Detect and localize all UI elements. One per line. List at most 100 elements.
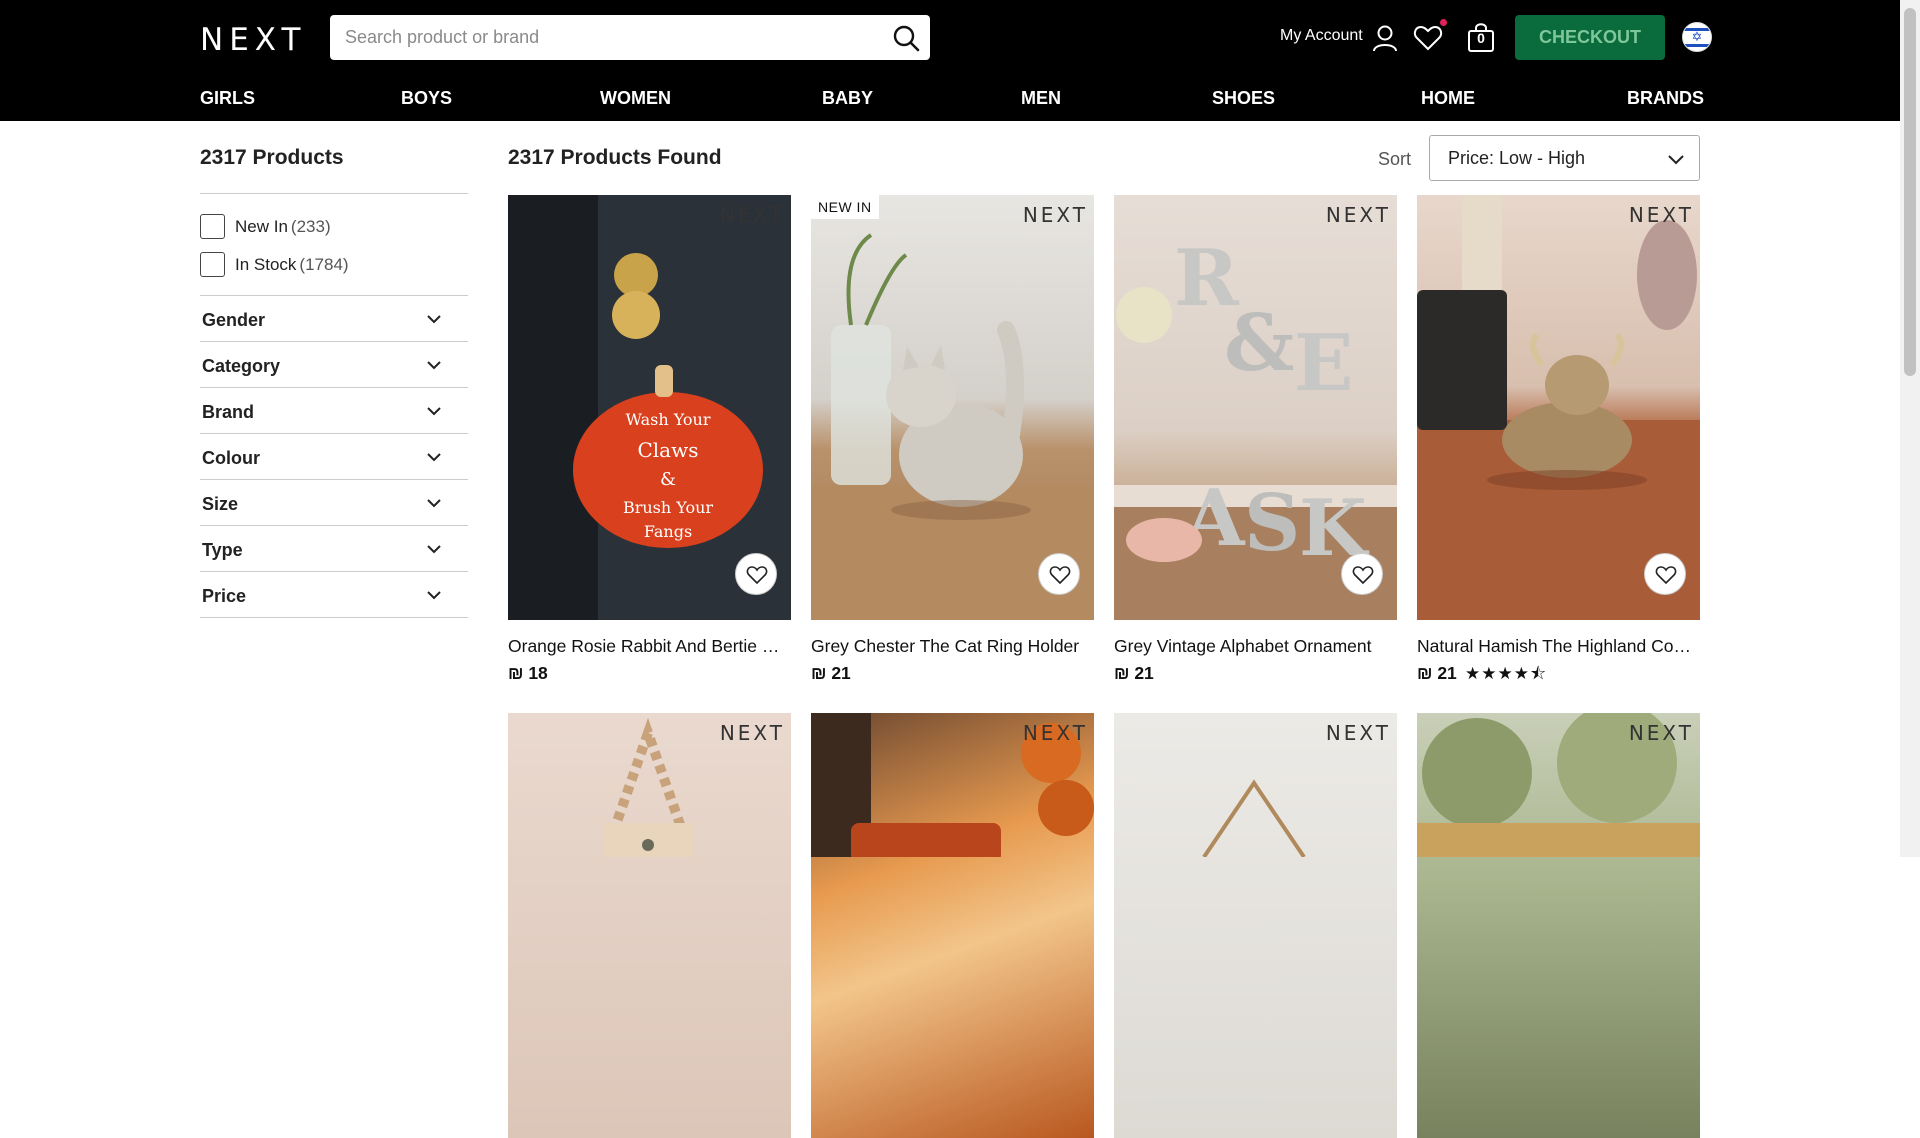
- main-navigation: GIRLS BOYS WOMEN BABY MEN SHOES HOME BRA…: [200, 88, 1704, 109]
- product-price: ₪ 18: [508, 663, 548, 683]
- svg-text:Fangs: Fangs: [644, 522, 692, 541]
- nav-item-home[interactable]: HOME: [1421, 88, 1475, 109]
- chevron-down-icon: [427, 407, 441, 416]
- brand-mark: NEXT: [1628, 203, 1694, 227]
- nav-item-baby[interactable]: BABY: [822, 88, 873, 109]
- nav-item-brands[interactable]: BRANDS: [1627, 88, 1704, 109]
- favourite-button[interactable]: [735, 553, 777, 595]
- facet-label: Price: [202, 586, 247, 606]
- product-image[interactable]: NEW IN NEXT: [811, 195, 1094, 620]
- facet-label: Colour: [202, 448, 260, 468]
- brand-mark: NEXT: [719, 721, 785, 745]
- facet-price[interactable]: Price: [200, 572, 468, 618]
- product-title[interactable]: Grey Chester The Cat Ring Holder: [811, 636, 1094, 657]
- facet-brand[interactable]: Brand: [200, 388, 468, 434]
- facet-label: Type: [202, 540, 243, 560]
- nav-item-girls[interactable]: GIRLS: [200, 88, 255, 109]
- facet-label: Size: [202, 494, 239, 514]
- brand-mark: NEXT: [1628, 721, 1694, 745]
- nav-item-men[interactable]: MEN: [1021, 88, 1061, 109]
- products-found-heading: 2317 Products Found: [508, 146, 722, 169]
- nav-item-women[interactable]: WOMEN: [600, 88, 671, 109]
- search-bar: [330, 15, 930, 60]
- heart-icon: [1655, 566, 1677, 585]
- divider: [200, 193, 468, 194]
- country-flag-icon[interactable]: ✡: [1682, 22, 1712, 52]
- filter-count: (1784): [299, 254, 349, 274]
- wishlist-heart-icon[interactable]: [1413, 25, 1443, 51]
- brand-mark: NEXT: [719, 203, 785, 227]
- product-price: ₪ 21: [1417, 663, 1457, 683]
- chevron-down-icon: [1668, 155, 1684, 165]
- favourite-button[interactable]: [1038, 553, 1080, 595]
- facet-gender[interactable]: Gender: [200, 296, 468, 342]
- svg-text:S: S: [1244, 478, 1300, 569]
- product-price: ₪ 21: [1114, 663, 1154, 683]
- product-price: ₪ 21: [811, 663, 851, 683]
- svg-text:&: &: [660, 469, 676, 490]
- product-image[interactable]: Wash Your Claws & Brush Your Fangs NEXT: [508, 195, 791, 620]
- product-image[interactable]: NEXT: [508, 713, 791, 1138]
- product-count-title: 2317 Products: [200, 146, 344, 169]
- filter-label: In Stock: [235, 254, 297, 274]
- page-scrollbar[interactable]: [1900, 0, 1920, 857]
- product-image[interactable]: NEXT: [1417, 713, 1700, 1138]
- filter-in-stock[interactable]: In Stock (1784): [200, 252, 349, 277]
- wishlist-notification-dot: [1440, 19, 1447, 26]
- checkbox[interactable]: [200, 214, 225, 239]
- favourite-button[interactable]: [1341, 553, 1383, 595]
- sort-dropdown[interactable]: Price: Low - High: [1429, 135, 1700, 181]
- brand-mark: NEXT: [1325, 203, 1391, 227]
- search-input[interactable]: [345, 17, 885, 58]
- next-logo[interactable]: NEXT: [200, 22, 306, 58]
- brand-mark: NEXT: [1022, 721, 1088, 745]
- new-in-badge: NEW IN: [811, 195, 879, 219]
- chevron-down-icon: [427, 315, 441, 324]
- filter-sidebar: 2317 Products New In (233) In Stock (178…: [200, 146, 468, 618]
- chevron-down-icon: [427, 361, 441, 370]
- product-title[interactable]: Orange Rosie Rabbit And Bertie Bear Wash…: [508, 636, 791, 657]
- nav-item-boys[interactable]: BOYS: [401, 88, 452, 109]
- site-header: NEXT My Account 0 CHECKOUT ✡ GIRLS BOYS …: [0, 0, 1900, 121]
- facet-type[interactable]: Type: [200, 526, 468, 572]
- my-account-link[interactable]: My Account: [1280, 27, 1363, 45]
- search-icon[interactable]: [892, 24, 920, 52]
- scrollbar-thumb[interactable]: [1904, 8, 1916, 376]
- sort-label: Sort: [1378, 149, 1412, 169]
- checkout-button[interactable]: CHECKOUT: [1515, 15, 1665, 60]
- facet-colour[interactable]: Colour: [200, 434, 468, 480]
- svg-text:Brush Your: Brush Your: [623, 498, 713, 517]
- brand-mark: NEXT: [1022, 203, 1088, 227]
- bag-count: 0: [1477, 30, 1485, 46]
- svg-text:Claws: Claws: [637, 438, 698, 462]
- chevron-down-icon: [427, 591, 441, 600]
- facet-category[interactable]: Category: [200, 342, 468, 388]
- user-icon[interactable]: [1372, 24, 1398, 52]
- product-image[interactable]: NEXT: [1114, 713, 1397, 1138]
- product-image[interactable]: NEXT: [811, 713, 1094, 1138]
- product-title[interactable]: Grey Vintage Alphabet Ornament: [1114, 636, 1397, 657]
- favourite-button[interactable]: [1644, 553, 1686, 595]
- nav-item-shoes[interactable]: SHOES: [1212, 88, 1275, 109]
- filter-count: (233): [290, 216, 331, 236]
- svg-text:&: &: [1224, 298, 1294, 389]
- facet-label: Brand: [202, 402, 255, 422]
- product-image[interactable]: R & E A S K NEXT: [1114, 195, 1397, 620]
- product-title[interactable]: Natural Hamish The Highland Cow Ornament: [1417, 636, 1700, 657]
- facet-label: Gender: [202, 310, 266, 330]
- heart-icon: [1049, 566, 1071, 585]
- facet-size[interactable]: Size: [200, 480, 468, 526]
- heart-icon: [746, 566, 768, 585]
- filter-new-in[interactable]: New In (233): [200, 214, 331, 239]
- chevron-down-icon: [427, 499, 441, 508]
- filter-label: New In: [235, 216, 288, 236]
- heart-icon: [1352, 566, 1374, 585]
- brand-mark: NEXT: [1325, 721, 1391, 745]
- checkbox[interactable]: [200, 252, 225, 277]
- svg-text:Wash Your: Wash Your: [626, 410, 711, 429]
- chevron-down-icon: [427, 453, 441, 462]
- star-rating: ★★★★⯪: [1465, 664, 1548, 683]
- sort-selected-value: Price: Low - High: [1448, 148, 1586, 168]
- product-image[interactable]: NEXT: [1417, 195, 1700, 620]
- facet-label: Category: [202, 356, 281, 376]
